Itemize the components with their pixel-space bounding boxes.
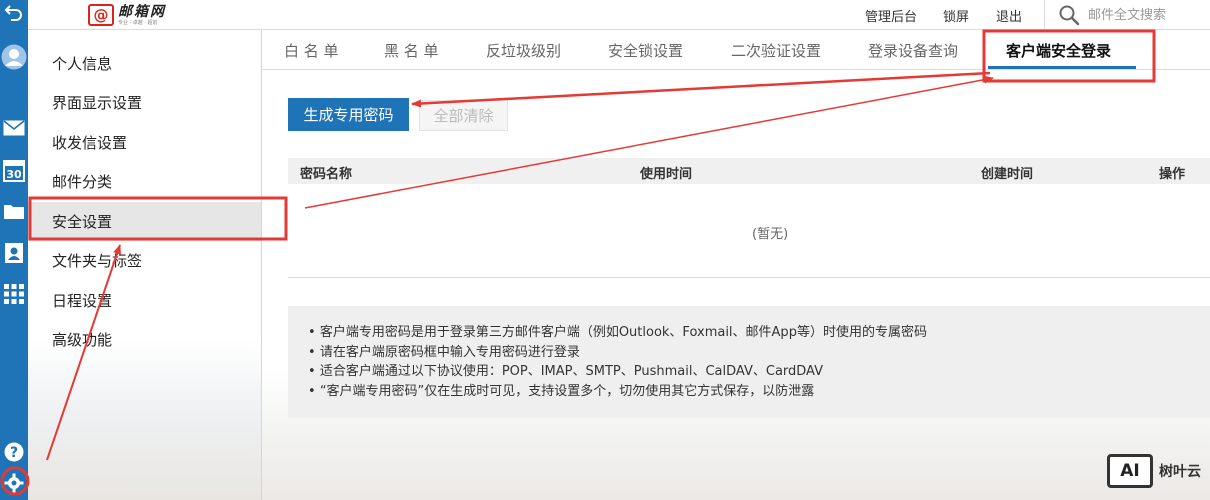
tip-item: 客户端专用密码是用于登录第三方邮件客户端（例如Outlook、Foxmail、邮… [308,323,1210,343]
tip-item: “客户端专用密码”仅在生成时可见，支持设置多个，切勿使用其它方式保存，以防泄露 [308,382,1210,402]
calendar-day-number: 30 [6,168,22,181]
apps-icon[interactable] [0,281,28,307]
avatar-icon[interactable] [0,40,28,74]
back-icon[interactable] [0,0,28,24]
mailbox-logo[interactable]: @ 邮箱网 专业 · 卓越 · 超前 [88,1,166,29]
menu-item-display-settings[interactable]: 界面显示设置 [28,83,261,122]
menu-item-mail-categories[interactable]: 邮件分类 [28,162,261,201]
top-header: @ 邮箱网 专业 · 卓越 · 超前 管理后台 锁屏 退出 [28,0,1210,30]
table-bottom-divider [288,277,1210,278]
tab-client-secure-login[interactable]: 客户端安全登录 [1006,40,1111,61]
active-tab-indicator [988,66,1136,69]
main-panel: 白 名 单 黑 名 单 反垃圾级别 安全锁设置 二次验证设置 登录设备查询 客户… [262,30,1210,500]
fulltext-search-input[interactable] [1088,3,1206,27]
password-table-header: 密码名称 使用时间 创建时间 操作 [288,158,1210,184]
logout-link[interactable]: 退出 [996,6,1022,25]
menu-item-advanced-features[interactable]: 高级功能 [28,320,261,359]
menu-item-personal-info[interactable]: 个人信息 [28,44,261,83]
left-icon-bar: 30 ? [0,0,28,500]
contacts-icon[interactable] [0,240,28,266]
empty-table-text: (暂无) [752,227,789,242]
tip-item: 适合客户端通过以下协议使用：POP、IMAP、SMTP、Pushmail、Cal… [308,362,1210,382]
tip-item: 请在客户端原密码框中输入专用密码进行登录 [308,343,1210,363]
tab-blacklist[interactable]: 黑 名 单 [384,40,439,61]
watermark-logo: AI [1107,454,1153,488]
help-icon[interactable]: ? [0,440,28,464]
settings-gear-icon[interactable] [0,470,28,496]
menu-item-calendar-settings[interactable]: 日程设置 [28,281,261,320]
tips-box: 客户端专用密码是用于登录第三方邮件客户端（例如Outlook、Foxmail、邮… [288,306,1210,418]
admin-console-link[interactable]: 管理后台 [865,6,917,25]
lock-screen-link[interactable]: 锁屏 [943,6,969,25]
menu-item-send-receive-settings[interactable]: 收发信设置 [28,123,261,162]
tab-login-devices[interactable]: 登录设备查询 [868,40,958,61]
tab-antispam-level[interactable]: 反垃圾级别 [486,40,561,61]
calendar-icon[interactable]: 30 [0,156,28,184]
menu-item-security-settings[interactable]: 安全设置 [28,202,261,241]
column-created-time: 创建时间 [981,167,1034,182]
tab-whitelist[interactable]: 白 名 单 [284,40,339,61]
settings-menu: 个人信息 界面显示设置 收发信设置 邮件分类 安全设置 文件夹与标签 日程设置 … [28,30,262,500]
logo-brand: 邮箱网 [118,3,166,20]
column-usage-time: 使用时间 [640,167,693,182]
svg-text:?: ? [10,445,18,461]
column-actions: 操作 [1159,167,1186,182]
column-password-name: 密码名称 [300,167,353,182]
menu-item-folders-labels[interactable]: 文件夹与标签 [28,241,261,280]
tab-security-lock[interactable]: 安全锁设置 [608,40,683,61]
watermark-text: 树叶云 [1159,464,1201,480]
generate-password-button[interactable]: 生成专用密码 [288,98,409,131]
mail-icon[interactable] [0,116,28,140]
tab-two-step-verification[interactable]: 二次验证设置 [731,40,821,61]
logo-mark: @ [88,4,114,26]
logo-slogan: 专业 · 卓越 · 超前 [118,19,158,26]
watermark: AI 树叶云 [1107,454,1201,488]
search-icon[interactable] [1058,4,1080,26]
header-divider [1044,0,1045,30]
security-tabs: 白 名 单 黑 名 单 反垃圾级别 安全锁设置 二次验证设置 登录设备查询 客户… [262,30,1210,70]
folder-icon[interactable] [0,198,28,224]
clear-all-button[interactable]: 全部清除 [419,100,508,131]
